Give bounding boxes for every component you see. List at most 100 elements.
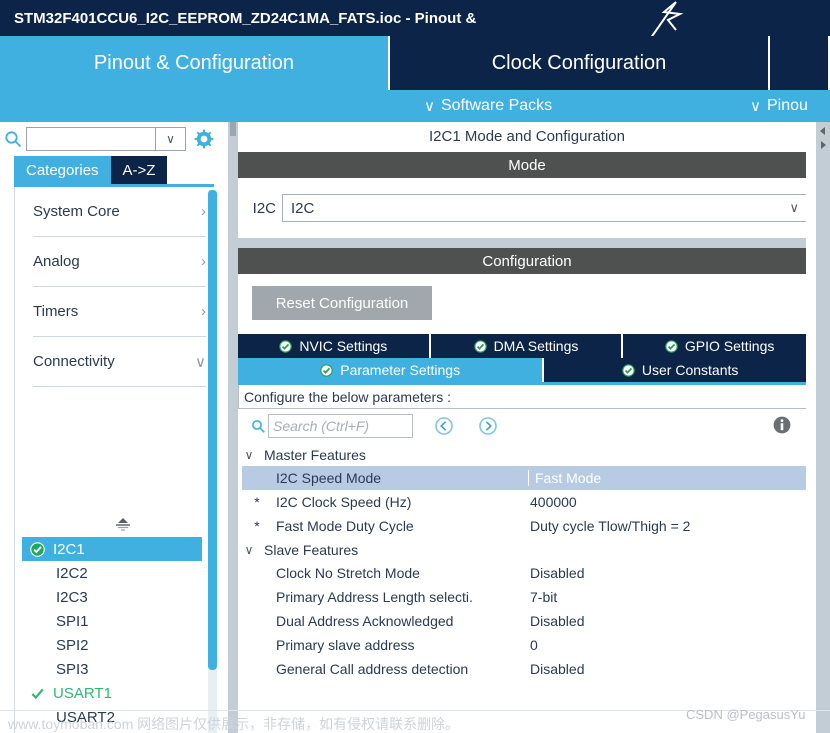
sidebar-item-usart1-label: USART1 xyxy=(53,684,112,702)
collapse-handle-icon[interactable] xyxy=(112,517,134,533)
sidebar-item-usart1[interactable]: USART1 xyxy=(22,681,202,705)
tab-dma-settings[interactable]: DMA Settings xyxy=(430,334,624,358)
main-tab-strip: Pinout & Configuration Clock Configurati… xyxy=(0,36,830,90)
sidebar-item-system-core-label: System Core xyxy=(33,203,120,220)
table-row[interactable]: I2C Speed Mode Fast Mode xyxy=(242,466,816,490)
chevron-right-icon: › xyxy=(201,253,206,270)
main-content-panel: I2C1 Mode and Configuration Mode I2C I2C… xyxy=(238,122,816,733)
tab-gpio-settings[interactable]: GPIO Settings xyxy=(623,334,816,358)
sidebar-item-i2c3-label: I2C3 xyxy=(56,588,88,606)
sidebar-item-analog[interactable]: Analog › xyxy=(33,237,206,287)
tab-clock-configuration-label: Clock Configuration xyxy=(491,51,667,74)
param-value[interactable]: 0 xyxy=(528,637,816,653)
mode-section-header: Mode xyxy=(238,152,816,178)
right-gutter-scrollbar[interactable] xyxy=(816,122,830,733)
sidebar-tab-categories[interactable]: Categories xyxy=(14,156,111,184)
sidebar-tab-a-to-z[interactable]: A->Z xyxy=(110,156,168,184)
scroll-left-arrow-icon[interactable] xyxy=(818,126,828,136)
param-value[interactable]: 400000 xyxy=(528,494,816,510)
table-row[interactable]: * Fast Mode Duty Cycle Duty cycle Tlow/T… xyxy=(242,514,816,538)
param-value[interactable]: 7-bit xyxy=(528,589,816,605)
param-group-slave-features-label: Slave Features xyxy=(264,541,359,558)
sidebar-search-input[interactable] xyxy=(26,127,156,151)
check-circle-icon xyxy=(665,339,678,353)
circle-right-arrow-icon xyxy=(479,417,497,435)
table-row[interactable]: Primary slave address 0 xyxy=(242,633,816,657)
nav-forward-button[interactable] xyxy=(475,413,501,439)
param-name: Primary Address Length selecti. xyxy=(276,589,473,605)
sidebar-item-spi3-label: SPI3 xyxy=(56,660,89,678)
sidebar-item-timers[interactable]: Timers › xyxy=(33,287,206,337)
mode-select[interactable]: I2C ∨ xyxy=(282,194,808,222)
menu-software-packs-label: Software Packs xyxy=(440,97,553,114)
check-circle-icon xyxy=(279,339,293,353)
configuration-section-header: Configuration xyxy=(238,248,816,274)
info-button[interactable] xyxy=(772,415,794,437)
tab-parameter-settings[interactable]: Parameter Settings xyxy=(238,358,545,382)
parameter-search-input[interactable]: Search (Ctrl+F) xyxy=(268,414,413,438)
param-name: Primary slave address xyxy=(276,637,415,653)
chevron-down-icon: ∨ xyxy=(424,97,435,115)
splitter-grip[interactable] xyxy=(230,122,236,136)
param-group-master-features[interactable]: ∨ Master Features xyxy=(242,443,816,466)
param-value[interactable]: Disabled xyxy=(528,613,816,629)
sidebar-scrollbar-thumb[interactable] xyxy=(208,190,217,670)
sidebar-item-connectivity[interactable]: Connectivity ∨ xyxy=(33,337,206,387)
menu-software-packs[interactable]: ∨ Software Packs xyxy=(424,90,552,122)
menu-pinout[interactable]: ∨ Pinou xyxy=(750,90,808,122)
table-row[interactable]: * I2C Clock Speed (Hz) 400000 xyxy=(242,490,816,514)
menu-pinout-label: Pinou xyxy=(766,97,808,114)
reset-configuration-button[interactable]: Reset Configuration xyxy=(252,286,432,320)
window-title: STM32F401CCU6_I2C_EEPROM_ZD24C1MA_FATS.i… xyxy=(14,9,477,27)
sidebar-tab-a-to-z-label: A->Z xyxy=(122,161,156,179)
sidebar-search-dropdown-button[interactable]: ∨ xyxy=(156,127,186,151)
parameter-toolbar: Search (Ctrl+F) xyxy=(238,409,816,443)
panel-splitter[interactable] xyxy=(228,122,238,733)
content-vertical-scrollbar[interactable] xyxy=(806,122,816,733)
peripheral-list: I2C1 I2C2 I2C3 SPI1 SPI2 SPI3 USART1 USA… xyxy=(22,537,202,733)
sidebar-item-spi2[interactable]: SPI2 xyxy=(22,633,202,657)
param-value[interactable]: Disabled xyxy=(528,565,816,581)
tab-dma-settings-label: DMA Settings xyxy=(493,338,579,354)
param-name: Dual Address Acknowledged xyxy=(276,613,454,629)
mode-section-body: I2C I2C ∨ xyxy=(238,178,816,238)
tab-user-constants[interactable]: User Constants xyxy=(544,358,816,382)
param-group-slave-features[interactable]: ∨ Slave Features xyxy=(242,538,816,561)
tab-gpio-settings-label: GPIO Settings xyxy=(684,338,775,354)
sidebar-item-i2c1[interactable]: I2C1 xyxy=(22,537,202,561)
info-icon xyxy=(773,416,791,434)
table-row[interactable]: Primary Address Length selecti. 7-bit xyxy=(242,585,816,609)
scroll-right-arrow-icon[interactable] xyxy=(818,140,828,150)
tab-pinout-configuration[interactable]: Pinout & Configuration xyxy=(0,36,390,90)
sidebar-item-spi2-label: SPI2 xyxy=(56,636,89,654)
sidebar-item-i2c2[interactable]: I2C2 xyxy=(22,561,202,585)
param-required-star: * xyxy=(254,518,260,534)
sidebar-item-i2c3[interactable]: I2C3 xyxy=(22,585,202,609)
sub-menu-bar: ∨ Software Packs ∨ Pinou xyxy=(0,90,830,122)
param-value[interactable]: Disabled xyxy=(528,661,816,677)
config-tab-row-1: NVIC Settings DMA Settings GPIO Settings xyxy=(238,334,816,358)
sidebar-item-spi3[interactable]: SPI3 xyxy=(22,657,202,681)
param-value[interactable]: Fast Mode xyxy=(528,470,816,486)
sidebar-scrollbar[interactable] xyxy=(208,190,217,733)
table-row[interactable]: General Call address detection Disabled xyxy=(242,657,816,681)
check-circle-icon xyxy=(320,363,333,377)
table-row[interactable]: Dual Address Acknowledged Disabled xyxy=(242,609,816,633)
gear-icon[interactable] xyxy=(186,122,222,156)
configuration-section-body: Reset Configuration NVIC Settings DMA Se… xyxy=(238,274,816,681)
sidebar-item-spi1[interactable]: SPI1 xyxy=(22,609,202,633)
tab-nvic-settings[interactable]: NVIC Settings xyxy=(238,334,431,358)
search-icon xyxy=(248,419,268,434)
sidebar-tab-group: Categories A->Z xyxy=(14,156,168,184)
param-name: Clock No Stretch Mode xyxy=(276,565,420,581)
nav-back-button[interactable] xyxy=(431,413,457,439)
tab-next-partial[interactable] xyxy=(770,36,830,90)
tab-clock-configuration[interactable]: Clock Configuration xyxy=(390,36,770,90)
watermark-csdn: CSDN @PegasusYu xyxy=(686,707,806,722)
sidebar-item-system-core[interactable]: System Core › xyxy=(33,187,206,237)
param-value[interactable]: Duty cycle Tlow/Thigh = 2 xyxy=(528,518,816,534)
sidebar-item-i2c2-label: I2C2 xyxy=(56,564,88,582)
tab-pinout-configuration-label: Pinout & Configuration xyxy=(93,51,295,74)
param-name: I2C Speed Mode xyxy=(276,470,382,486)
table-row[interactable]: Clock No Stretch Mode Disabled xyxy=(242,561,816,585)
